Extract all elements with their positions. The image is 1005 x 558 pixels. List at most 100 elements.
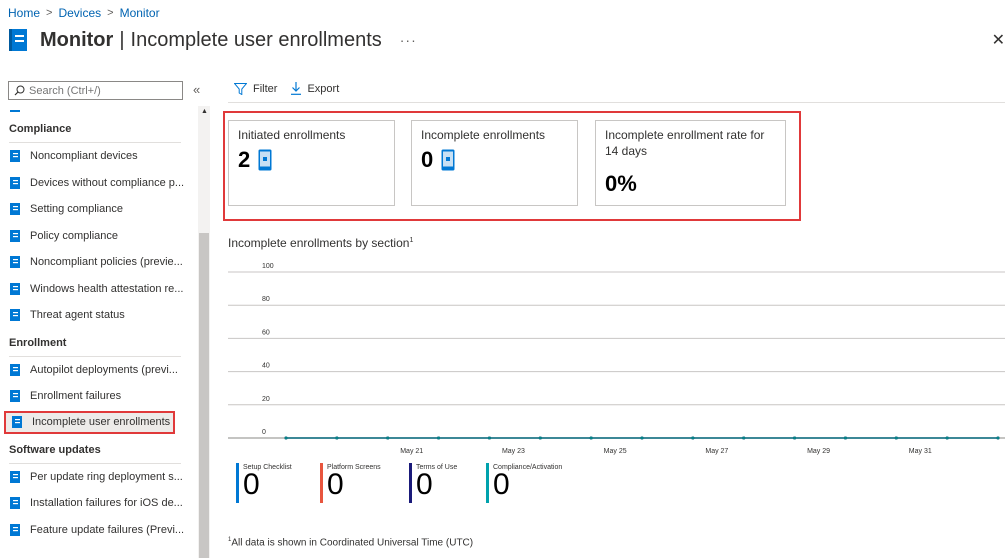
report-book-icon	[10, 176, 20, 189]
breadcrumb-devices[interactable]: Devices	[58, 6, 101, 20]
breadcrumb-separator: >	[46, 7, 53, 19]
y-tick-label: 100	[262, 263, 274, 270]
more-options-button[interactable]: ···	[400, 32, 417, 48]
data-point	[894, 436, 898, 440]
report-book-icon	[10, 203, 20, 216]
nav-item-installation-failures-ios[interactable]: Installation failures for iOS de...	[0, 490, 197, 517]
tile-incomplete-enrollments[interactable]: Incomplete enrollments 0	[411, 120, 578, 206]
data-point	[843, 436, 847, 440]
footnote: 1All data is shown in Coordinated Univer…	[228, 537, 473, 548]
tile-initiated-enrollments[interactable]: Initiated enrollments 2	[228, 120, 395, 206]
page-title-sub: Incomplete user enrollments	[130, 28, 382, 51]
legend-platform-screens[interactable]: Platform Screens 0	[320, 463, 381, 503]
collapse-nav-button[interactable]: «	[193, 82, 200, 97]
report-book-icon	[10, 390, 20, 403]
x-tick-label: May 21	[400, 448, 423, 455]
data-point	[284, 436, 288, 440]
page-title-main: Monitor	[40, 28, 114, 51]
data-point	[386, 436, 390, 440]
tile-label-line1: Incomplete enrollment rate for	[605, 128, 765, 142]
breadcrumb-monitor[interactable]: Monitor	[120, 6, 160, 20]
breadcrumb-home[interactable]: Home	[8, 6, 40, 20]
toolbar-divider	[228, 102, 1005, 103]
nav-item-incomplete-user-enrollments[interactable]: Incomplete user enrollments	[4, 410, 175, 434]
nav-item-label: Noncompliant policies (previe...	[30, 256, 183, 269]
search-input[interactable]	[29, 84, 169, 97]
nav-item-per-update-ring[interactable]: Per update ring deployment s...	[0, 464, 197, 491]
chart-title-text: Incomplete enrollments by section	[228, 236, 410, 250]
nav-item-label: Installation failures for iOS de...	[30, 497, 183, 510]
close-button[interactable]: ✕	[992, 30, 1005, 50]
nav-section-software-updates: Software updates	[9, 443, 101, 456]
y-tick-label: 80	[262, 296, 270, 303]
nav-item-label: Enrollment failures	[30, 390, 122, 403]
search-icon	[14, 85, 25, 96]
page-header: Monitor | Incomplete user enrollments ···	[8, 28, 417, 52]
x-tick-label: May 29	[807, 448, 830, 455]
data-point	[538, 436, 542, 440]
nav-item-autopilot-deployments[interactable]: Autopilot deployments (previ...	[0, 357, 197, 384]
nav-item-threat-agent-status[interactable]: Threat agent status	[0, 302, 197, 329]
search-field[interactable]	[8, 81, 183, 100]
report-book-icon	[12, 416, 22, 428]
chart-title: Incomplete enrollments by section1	[228, 236, 413, 250]
tile-incomplete-enrollment-rate[interactable]: Incomplete enrollment rate for 14 days 0…	[595, 120, 786, 206]
filter-icon	[234, 82, 247, 95]
export-label: Export	[307, 82, 340, 95]
breadcrumb-separator: >	[107, 7, 114, 19]
nav-item-label: Windows health attestation re...	[30, 282, 184, 295]
nav-item-enrollment-failures[interactable]: Enrollment failures	[0, 383, 197, 410]
legend-color-bar	[320, 463, 323, 503]
report-book-icon	[10, 363, 20, 376]
breadcrumb: Home > Devices > Monitor	[8, 6, 160, 20]
tile-label-line2: 14 days	[605, 144, 648, 158]
page-title-divider: |	[119, 28, 125, 51]
nav-section-enrollment: Enrollment	[9, 336, 67, 349]
report-book-icon	[10, 497, 20, 510]
data-point	[487, 436, 491, 440]
report-book-icon	[10, 282, 20, 295]
data-point	[742, 436, 746, 440]
x-tick-label: May 23	[502, 448, 525, 455]
command-bar: Filter Export	[234, 82, 353, 95]
data-point	[793, 436, 797, 440]
report-book-icon	[10, 309, 20, 322]
tile-value: 0	[421, 147, 434, 172]
nav-item-label: Per update ring deployment s...	[30, 470, 183, 483]
nav-item-setting-compliance[interactable]: Setting compliance	[0, 196, 197, 223]
legend-value: 0	[327, 468, 344, 501]
nav-item-label: Noncompliant devices	[30, 150, 138, 163]
nav-item-label: Devices without compliance p...	[30, 176, 185, 189]
scroll-up-arrow-icon[interactable]: ▲	[201, 108, 208, 115]
filter-button[interactable]: Filter	[234, 82, 278, 95]
export-button[interactable]: Export	[291, 82, 339, 95]
nav-item-label: Autopilot deployments (previ...	[30, 363, 178, 376]
x-tick-label: May 27	[705, 448, 728, 455]
nav-item-noncompliant-devices[interactable]: Noncompliant devices	[0, 143, 197, 170]
incomplete-enrollments-chart: 0 20 40 60 80 100 May 21 May 23 May 25 May 27 May …	[228, 263, 1005, 455]
y-tick-label: 0	[262, 429, 266, 436]
left-nav: Compliance Noncompliant devices Devices …	[0, 106, 197, 558]
legend-compliance-activation[interactable]: Compliance/Activation 0	[486, 463, 562, 503]
page-title: Monitor | Incomplete user enrollments	[40, 29, 382, 52]
nav-scroll-thumb[interactable]	[199, 233, 209, 558]
nav-item-noncompliant-policies[interactable]: Noncompliant policies (previe...	[0, 249, 197, 276]
nav-item-label: Feature update failures (Previ...	[30, 523, 185, 536]
y-tick-label: 40	[262, 363, 270, 370]
legend-value: 0	[493, 468, 510, 501]
y-tick-label: 20	[262, 396, 270, 403]
nav-item-devices-without-compliance[interactable]: Devices without compliance p...	[0, 170, 197, 197]
legend-color-bar	[236, 463, 239, 503]
tile-label: Initiated enrollments	[238, 128, 346, 142]
tile-label: Incomplete enrollments	[421, 128, 546, 142]
filter-label: Filter	[253, 82, 278, 95]
nav-item-policy-compliance[interactable]: Policy compliance	[0, 223, 197, 250]
nav-item-windows-health-attestation[interactable]: Windows health attestation re...	[0, 276, 197, 303]
chart-title-footnote-mark: 1	[409, 237, 414, 244]
legend-terms-of-use[interactable]: Terms of Use 0	[409, 463, 457, 503]
data-point	[691, 436, 695, 440]
nav-section-compliance: Compliance	[9, 123, 72, 135]
nav-item-label: Threat agent status	[30, 309, 125, 322]
nav-item-feature-update-failures[interactable]: Feature update failures (Previ...	[0, 517, 197, 544]
legend-setup-checklist[interactable]: Setup Checklist 0	[236, 463, 292, 503]
